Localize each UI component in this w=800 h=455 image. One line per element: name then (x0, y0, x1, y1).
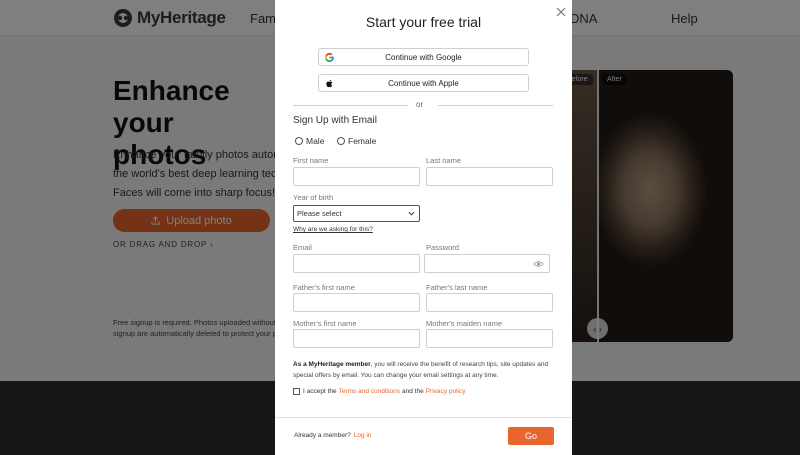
mother-first-name-field[interactable] (293, 329, 420, 348)
why-asking-link[interactable]: Why are we asking for this? (293, 226, 373, 233)
gender-male-radio[interactable]: Male (295, 136, 324, 146)
male-label: Male (306, 136, 325, 146)
already-member-row: Already a member? Log in (294, 432, 371, 439)
email-field[interactable] (293, 254, 420, 273)
last-name-label: Last name (426, 156, 462, 165)
password-label: Password (426, 243, 459, 252)
apple-label: Continue with Apple (388, 78, 459, 88)
login-link[interactable]: Log in (354, 432, 372, 439)
year-select-value: Please select (297, 209, 342, 218)
first-name-label: First name (293, 156, 329, 165)
membership-info: As a MyHeritage member, you will receive… (293, 360, 555, 381)
modal-footer-divider (275, 417, 572, 418)
terms-checkbox[interactable] (293, 388, 300, 395)
modal-title: Start your free trial (365, 14, 482, 30)
membership-info-bold: As a MyHeritage member (293, 361, 371, 368)
email-label: Email (293, 243, 312, 252)
terms-row: I accept the Terms and conditions and th… (293, 388, 465, 395)
gender-female-radio[interactable]: Female (337, 136, 376, 146)
father-first-name-field[interactable] (293, 293, 420, 312)
divider-right (438, 105, 553, 106)
google-icon (324, 52, 334, 63)
password-field[interactable] (424, 254, 550, 273)
mother-first-name-label: Mother's first name (293, 319, 357, 328)
father-last-name-label: Father's last name (426, 283, 488, 292)
email-signup-heading: Sign Up with Email (293, 115, 377, 126)
apple-icon (326, 79, 333, 88)
terms-link[interactable]: Terms and conditions (339, 388, 400, 395)
mother-maiden-name-field[interactable] (426, 329, 553, 348)
mother-maiden-name-label: Mother's maiden name (426, 319, 503, 328)
year-of-birth-label: Year of birth (293, 193, 334, 202)
divider-left (293, 105, 408, 106)
father-last-name-field[interactable] (426, 293, 553, 312)
go-button[interactable]: Go (508, 427, 554, 445)
close-icon (556, 7, 566, 17)
first-name-field[interactable] (293, 167, 420, 186)
last-name-field[interactable] (426, 167, 553, 186)
google-label: Continue with Google (385, 52, 462, 62)
year-of-birth-select[interactable]: Please select (293, 205, 420, 222)
terms-prefix: I accept the (303, 388, 337, 395)
chevron-down-icon (408, 211, 415, 216)
father-first-name-label: Father's first name (293, 283, 355, 292)
radio-circle[interactable] (337, 137, 345, 145)
radio-circle[interactable] (295, 137, 303, 145)
female-label: Female (348, 136, 377, 146)
signup-modal: Start your free trial Continue with Goog… (275, 0, 572, 455)
close-button[interactable] (555, 7, 567, 19)
privacy-policy-link[interactable]: Privacy policy (426, 388, 466, 395)
or-separator: or (416, 100, 424, 109)
continue-with-google-button[interactable]: Continue with Google (318, 48, 529, 66)
continue-with-apple-button[interactable]: Continue with Apple (318, 74, 529, 92)
already-member-text: Already a member? (294, 432, 351, 439)
terms-and: and the (402, 388, 424, 395)
eye-icon[interactable] (533, 260, 544, 268)
